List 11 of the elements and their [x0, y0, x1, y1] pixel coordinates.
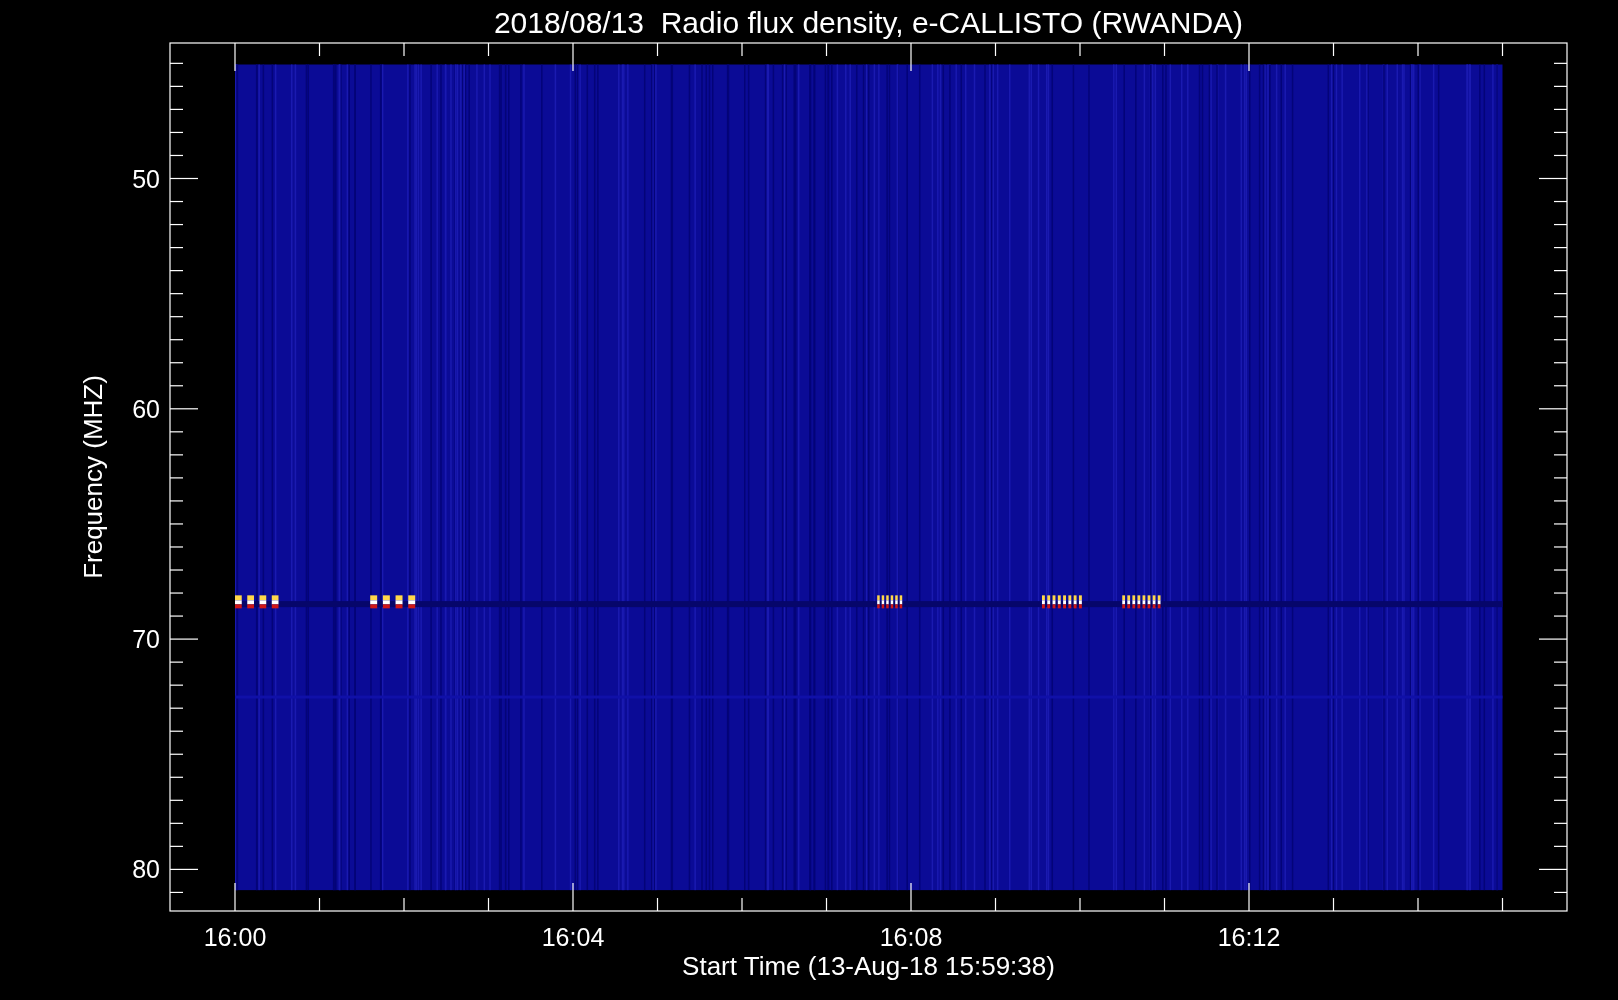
x-tick-label: 16:12: [1217, 923, 1281, 951]
x-axis-label: Start Time (13-Aug-18 15:59:38): [682, 951, 1055, 981]
y-axis-label: Frequency (MHZ): [78, 375, 108, 579]
chart-title: 2018/08/13 Radio flux density, e-CALLISTO (RWANDA): [493, 6, 1244, 39]
x-tick-label: 16:00: [203, 923, 267, 951]
y-tick-label: 70: [132, 625, 160, 654]
y-tick-label: 80: [132, 855, 160, 884]
x-tick-label: 16:04: [541, 923, 605, 951]
x-tick-label: 16:08: [879, 923, 943, 951]
y-tick-label: 50: [132, 164, 160, 193]
y-tick-label: 60: [132, 394, 160, 423]
